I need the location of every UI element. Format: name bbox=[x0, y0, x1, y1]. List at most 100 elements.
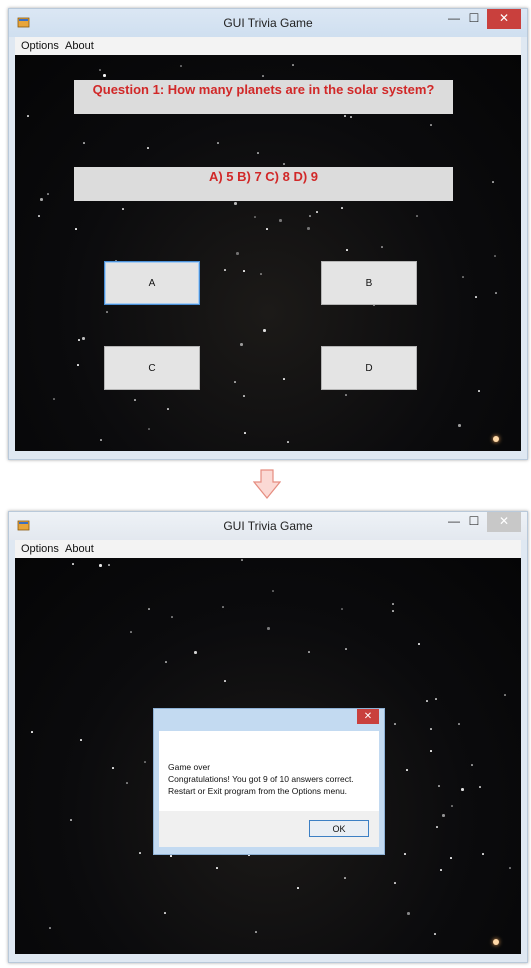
answer-a-button[interactable]: A bbox=[104, 261, 200, 305]
star bbox=[49, 927, 51, 929]
close-button[interactable]: ✕ bbox=[487, 9, 521, 29]
star bbox=[139, 852, 141, 854]
starfield-background: ✕ Game over Congratulations! You got 9 o… bbox=[15, 558, 521, 954]
menu-bar: Options About bbox=[15, 37, 521, 55]
star bbox=[471, 764, 473, 766]
star bbox=[244, 432, 246, 434]
star bbox=[267, 627, 270, 630]
star bbox=[345, 394, 347, 396]
star bbox=[240, 343, 243, 346]
star bbox=[164, 912, 166, 914]
star bbox=[241, 559, 243, 561]
star bbox=[494, 255, 496, 257]
star bbox=[346, 249, 348, 251]
star bbox=[112, 767, 114, 769]
star bbox=[392, 610, 394, 612]
planet-glow bbox=[493, 436, 499, 442]
question-label: Question 1: How many planets are in the … bbox=[74, 80, 453, 114]
maximize-button[interactable]: ☐ bbox=[465, 512, 483, 532]
star bbox=[407, 912, 410, 915]
star bbox=[292, 64, 294, 66]
star bbox=[341, 608, 343, 610]
star bbox=[122, 208, 124, 210]
star bbox=[38, 215, 40, 217]
star bbox=[316, 211, 318, 213]
star bbox=[148, 608, 150, 610]
star bbox=[283, 378, 285, 380]
star bbox=[234, 202, 237, 205]
minimize-button[interactable]: — bbox=[445, 9, 463, 29]
star bbox=[147, 147, 149, 149]
star bbox=[509, 867, 511, 869]
star bbox=[345, 648, 347, 650]
star bbox=[236, 252, 239, 255]
ok-button[interactable]: OK bbox=[309, 820, 369, 837]
star bbox=[83, 142, 85, 144]
star bbox=[234, 381, 236, 383]
title-bar: GUI Trivia Game — ☐ ✕ bbox=[9, 9, 527, 37]
close-button[interactable]: ✕ bbox=[487, 512, 521, 532]
star bbox=[180, 65, 182, 67]
star bbox=[479, 786, 481, 788]
star bbox=[82, 337, 85, 340]
answer-c-button[interactable]: C bbox=[104, 346, 200, 390]
message-line: Game over bbox=[168, 762, 211, 772]
star bbox=[381, 246, 383, 248]
menu-options[interactable]: Options bbox=[21, 543, 59, 555]
star bbox=[404, 853, 406, 855]
star bbox=[27, 115, 29, 117]
star bbox=[266, 228, 268, 230]
star bbox=[134, 399, 136, 401]
star bbox=[482, 853, 484, 855]
menu-about[interactable]: About bbox=[65, 40, 94, 52]
game-over-dialog: ✕ Game over Congratulations! You got 9 o… bbox=[153, 708, 385, 855]
minimize-button[interactable]: — bbox=[445, 512, 463, 532]
star bbox=[430, 728, 432, 730]
star bbox=[297, 887, 299, 889]
star bbox=[171, 616, 173, 618]
star bbox=[222, 606, 224, 608]
star bbox=[103, 74, 106, 77]
star bbox=[418, 643, 420, 645]
menu-bar: Options About bbox=[15, 540, 521, 558]
star bbox=[392, 603, 394, 605]
answer-d-button[interactable]: D bbox=[321, 346, 417, 390]
star bbox=[144, 761, 146, 763]
star bbox=[255, 931, 257, 933]
dialog-close-button[interactable]: ✕ bbox=[357, 709, 379, 724]
menu-options[interactable]: Options bbox=[21, 40, 59, 52]
star bbox=[492, 181, 494, 183]
star bbox=[394, 723, 396, 725]
star bbox=[100, 439, 102, 441]
maximize-button[interactable]: ☐ bbox=[465, 9, 483, 29]
star bbox=[458, 723, 460, 725]
star bbox=[350, 116, 352, 118]
dialog-footer: OK bbox=[159, 811, 379, 847]
star bbox=[462, 276, 464, 278]
starfield-background: Question 1: How many planets are in the … bbox=[15, 55, 521, 451]
star bbox=[341, 207, 343, 209]
menu-about[interactable]: About bbox=[65, 543, 94, 555]
star bbox=[438, 785, 440, 787]
star bbox=[260, 273, 262, 275]
star bbox=[406, 769, 408, 771]
star bbox=[165, 661, 167, 663]
star bbox=[287, 441, 289, 443]
star bbox=[126, 782, 128, 784]
star bbox=[257, 152, 259, 154]
message-line: Restart or Exit program from the Options… bbox=[168, 786, 348, 796]
star bbox=[224, 269, 226, 271]
star bbox=[40, 198, 43, 201]
star bbox=[436, 826, 438, 828]
star bbox=[77, 364, 79, 366]
star bbox=[99, 69, 101, 71]
star bbox=[53, 398, 55, 400]
star bbox=[451, 805, 453, 807]
star bbox=[72, 563, 74, 565]
star bbox=[426, 700, 428, 702]
star bbox=[430, 124, 432, 126]
star bbox=[435, 698, 437, 700]
star bbox=[80, 739, 82, 741]
answer-b-button[interactable]: B bbox=[321, 261, 417, 305]
star bbox=[130, 631, 132, 633]
